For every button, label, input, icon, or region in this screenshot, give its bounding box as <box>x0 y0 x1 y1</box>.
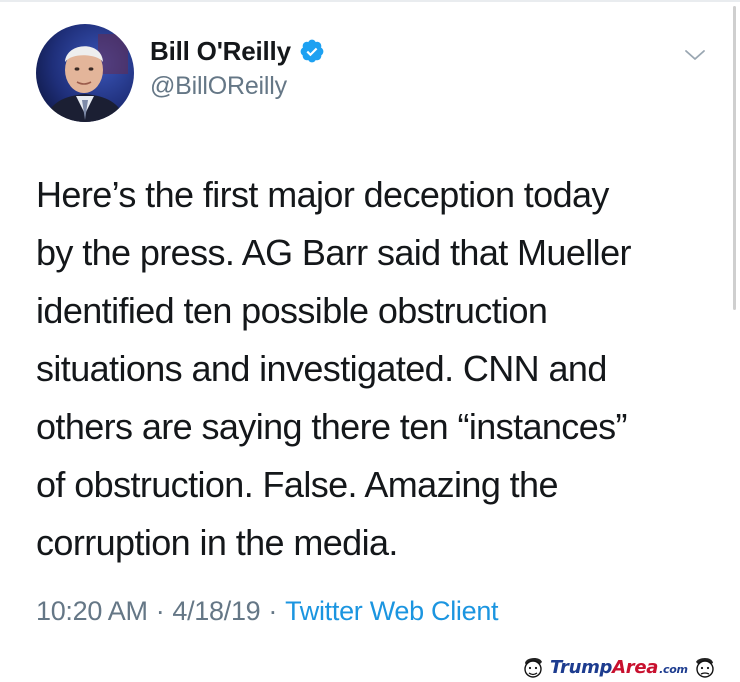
tweet-text: Here’s the first major deception today b… <box>36 174 631 563</box>
user-handle[interactable]: @BillOReilly <box>150 72 325 101</box>
tweet-date[interactable]: 4/18/19 <box>172 596 260 627</box>
chevron-down-icon[interactable] <box>684 48 706 62</box>
tweet-time[interactable]: 10:20 AM <box>36 596 148 627</box>
verified-badge-icon <box>299 38 325 64</box>
watermark: Trump Area .com <box>520 653 738 681</box>
watermark-text: Trump Area .com <box>550 656 688 678</box>
scrollbar[interactable] <box>733 6 736 310</box>
tweet-meta: 10:20 AM · 4/18/19 · Twitter Web Client <box>36 596 499 627</box>
cartoon-face-icon <box>695 658 714 678</box>
top-divider <box>0 0 740 2</box>
meta-separator: · <box>155 596 165 626</box>
author-block: Bill O'Reilly @BillOReilly <box>150 34 325 101</box>
tweet-source-link[interactable]: Twitter Web Client <box>285 596 498 627</box>
meta-separator: · <box>268 596 278 626</box>
avatar[interactable] <box>36 24 134 122</box>
display-name[interactable]: Bill O'Reilly <box>150 36 291 67</box>
cartoon-face-icon <box>524 657 542 678</box>
